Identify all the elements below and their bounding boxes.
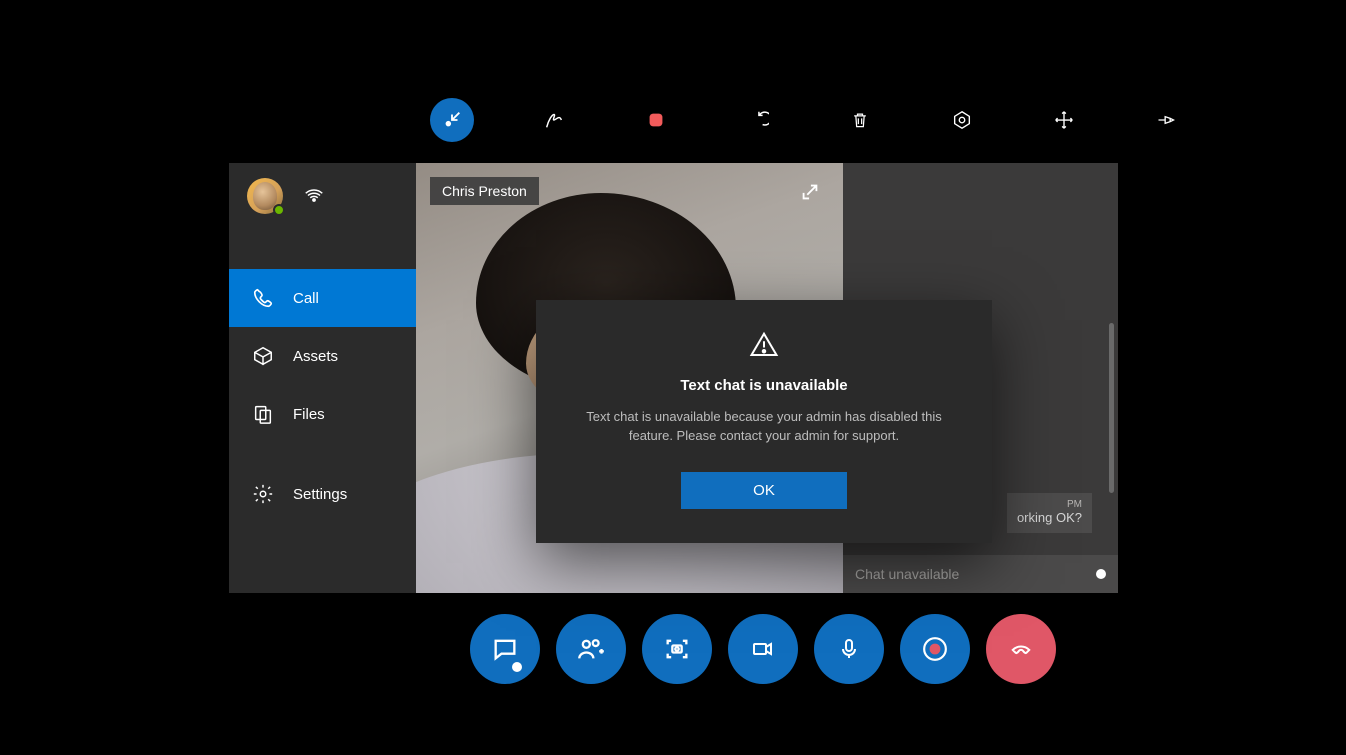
alert-dialog: Text chat is unavailable Text chat is un… [536,300,992,543]
user-avatar[interactable] [247,178,283,214]
participant-name-badge: Chris Preston [430,177,539,205]
chat-scrollbar[interactable] [1109,323,1114,493]
hang-up-button[interactable] [986,614,1056,684]
chat-input-dot-icon [1096,569,1106,579]
sidebar-item-label: Settings [293,486,347,503]
stop-record-button[interactable] [634,98,678,142]
chat-notification-dot [512,662,522,672]
dialog-ok-button[interactable]: OK [681,472,847,509]
sidebar-item-label: Assets [293,348,338,365]
presence-indicator [273,204,285,216]
pin-button[interactable] [1144,98,1188,142]
undo-button[interactable] [736,98,780,142]
sidebar-header [229,163,416,229]
warning-icon [747,330,781,365]
collapse-tool-button[interactable] [430,98,474,142]
chat-button[interactable] [470,614,540,684]
record-button[interactable] [900,614,970,684]
video-toggle-button[interactable] [728,614,798,684]
dialog-body: Text chat is unavailable because your ad… [576,408,952,446]
sidebar: Call Assets Files [229,163,416,593]
gear-icon [251,483,275,505]
box-icon [251,345,275,367]
chat-input: Chat unavailable [843,555,1118,593]
annotation-toolbar [430,98,1188,142]
target-button[interactable] [940,98,984,142]
wifi-icon [303,185,325,208]
sidebar-item-label: Files [293,406,325,423]
sidebar-item-settings[interactable]: Settings [229,465,416,523]
add-participant-button[interactable] [556,614,626,684]
chat-message: PM orking OK? [1007,493,1092,533]
sidebar-item-assets[interactable]: Assets [229,327,416,385]
phone-icon [251,287,275,309]
pen-tool-button[interactable] [532,98,576,142]
delete-button[interactable] [838,98,882,142]
screenshot-button[interactable] [642,614,712,684]
popout-button[interactable] [799,181,821,208]
call-controls [470,614,1056,684]
sidebar-item-call[interactable]: Call [229,269,416,327]
chat-input-placeholder: Chat unavailable [855,566,959,582]
mic-toggle-button[interactable] [814,614,884,684]
move-button[interactable] [1042,98,1086,142]
sidebar-item-label: Call [293,290,319,307]
files-icon [251,403,275,425]
sidebar-item-files[interactable]: Files [229,385,416,443]
dialog-title: Text chat is unavailable [680,377,847,394]
